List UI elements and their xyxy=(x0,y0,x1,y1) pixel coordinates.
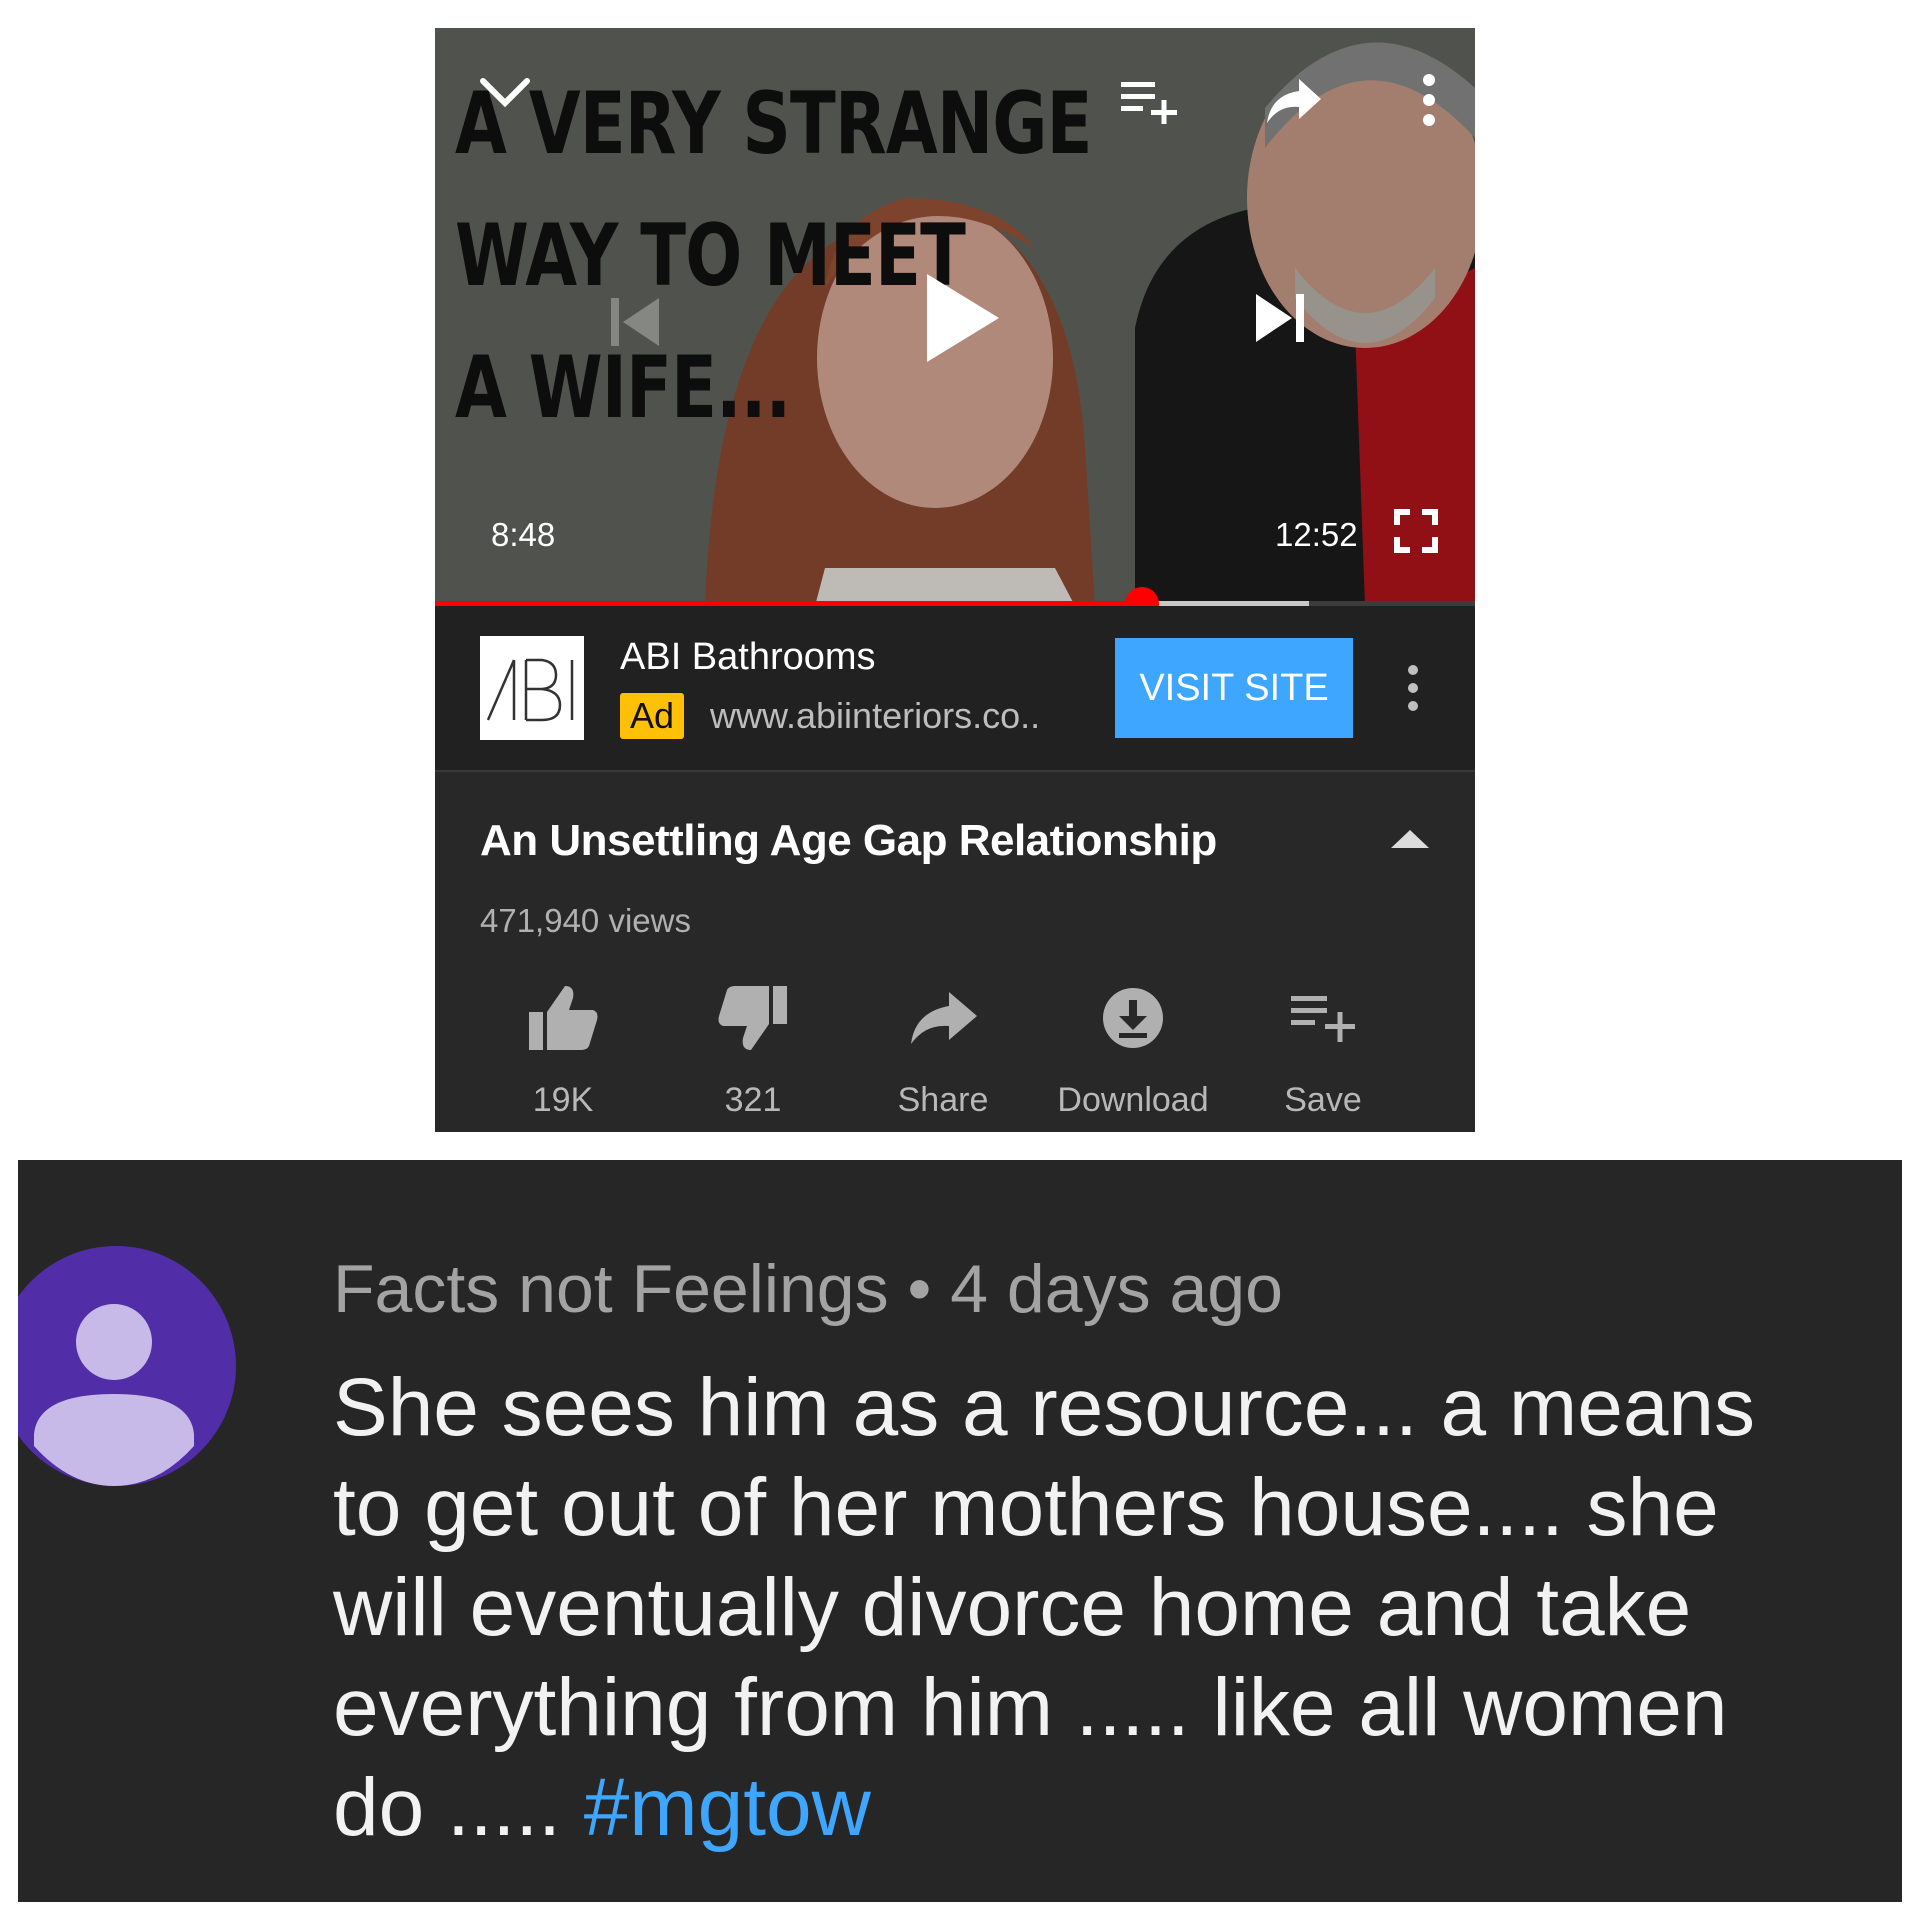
video-page-screenshot: A VERY STRANGE WAY TO MEET A WIFE... 8:4… xyxy=(435,28,1475,1132)
video-player[interactable]: A VERY STRANGE WAY TO MEET A WIFE... 8:4… xyxy=(435,28,1475,606)
collapse-triangle-icon[interactable] xyxy=(1385,824,1435,854)
comment-line: will eventually divorce home and take xyxy=(333,1562,1692,1653)
comment-line: do ..... xyxy=(333,1762,584,1853)
save-playlist-icon xyxy=(1283,978,1363,1058)
like-count: 19K xyxy=(532,1081,594,1119)
thumbs-down-icon xyxy=(713,978,793,1058)
dislike-button[interactable]: 321 xyxy=(663,978,843,1128)
chevron-down-icon[interactable] xyxy=(475,68,535,118)
fullscreen-icon[interactable] xyxy=(1391,506,1441,556)
action-row: 19K 321 Share Download Save xyxy=(435,978,1475,1128)
comment-card: Facts not Feelings • 4 days ago She sees… xyxy=(18,1160,1902,1902)
share-icon xyxy=(903,978,983,1058)
add-to-queue-icon[interactable] xyxy=(1117,70,1183,130)
view-count: 471,940 views xyxy=(480,902,691,939)
comment-meta: Facts not Feelings • 4 days ago xyxy=(333,1250,1283,1328)
comment-line-last: do ..... #mgtow xyxy=(333,1758,1853,1858)
share-button[interactable]: Share xyxy=(853,978,1033,1128)
download-button[interactable]: Download xyxy=(1043,978,1223,1128)
next-icon[interactable] xyxy=(1245,286,1315,350)
abi-logo-mark xyxy=(486,658,574,722)
comment-author[interactable]: Facts not Feelings xyxy=(333,1251,889,1327)
save-button[interactable]: Save xyxy=(1233,978,1413,1128)
default-user-avatar-icon xyxy=(18,1246,236,1486)
dislike-count: 321 xyxy=(724,1081,782,1119)
thumbnail-caption-line: WAY TO MEET xyxy=(455,206,966,306)
comment-timestamp: 4 days ago xyxy=(950,1251,1283,1327)
download-label: Download xyxy=(1057,1081,1209,1119)
duration: 12:52 xyxy=(1275,516,1358,553)
advertiser-logo[interactable] xyxy=(480,636,584,740)
avatar[interactable] xyxy=(18,1246,236,1486)
save-label: Save xyxy=(1284,1081,1362,1119)
thumbs-up-icon xyxy=(523,978,603,1058)
like-button[interactable]: 19K xyxy=(473,978,653,1128)
ad-url[interactable]: www.abiinteriors.co.. xyxy=(710,695,1040,737)
meta-separator: • xyxy=(907,1251,932,1327)
share-icon[interactable] xyxy=(1261,73,1327,129)
comment-text: She sees him as a resource... a means to… xyxy=(333,1358,1853,1858)
video-title[interactable]: An Unsettling Age Gap Relationship xyxy=(480,816,1217,866)
download-icon xyxy=(1093,978,1173,1058)
share-label: Share xyxy=(897,1081,989,1119)
thumbnail-caption-line: A WIFE... xyxy=(455,338,791,438)
play-icon[interactable] xyxy=(913,263,1013,373)
visit-site-button[interactable]: VISIT SITE xyxy=(1115,638,1353,738)
hashtag-link[interactable]: #mgtow xyxy=(584,1762,871,1853)
ad-more-vert-icon[interactable] xyxy=(1395,656,1431,720)
comment-line: to get out of her mothers house.... she xyxy=(333,1462,1719,1553)
comment-line: everything from him ..... like all women xyxy=(333,1662,1728,1753)
ad-badge: Ad xyxy=(620,693,685,739)
more-vert-icon[interactable] xyxy=(1409,68,1449,132)
advertiser-name[interactable]: ABI Bathrooms xyxy=(620,636,876,679)
current-time: 8:48 xyxy=(491,516,556,553)
comment-line: She sees him as a resource... a means xyxy=(333,1362,1756,1453)
previous-icon xyxy=(600,290,670,354)
